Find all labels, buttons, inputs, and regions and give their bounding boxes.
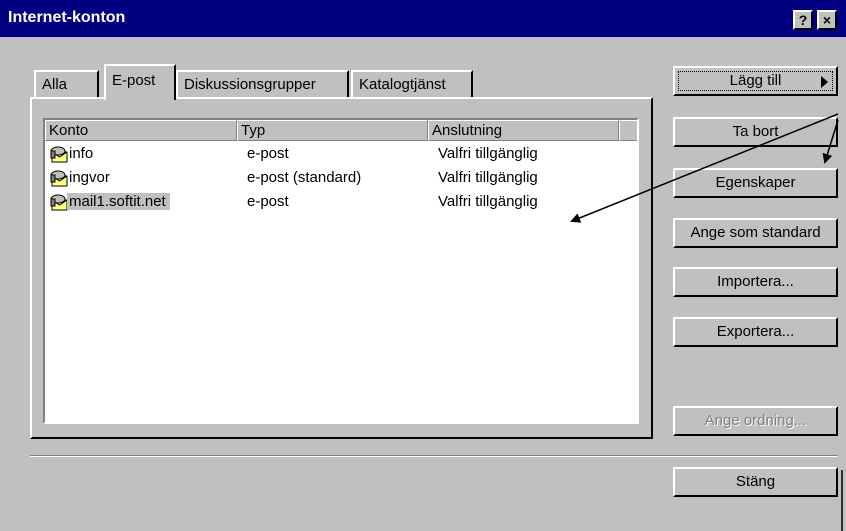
mail-account-icon: [50, 170, 68, 187]
list-item-selected[interactable]: mail1.softit.net e-post Valfri tillgängl…: [45, 191, 637, 215]
list-item[interactable]: ingvor e-post (standard) Valfri tillgäng…: [45, 167, 637, 191]
add-button-label: Lägg till: [729, 72, 782, 89]
separator: [30, 455, 838, 457]
close-window-button[interactable]: ×: [817, 10, 837, 30]
submenu-arrow-icon: [821, 76, 828, 88]
account-name: info: [69, 145, 94, 162]
import-button[interactable]: Importera...: [673, 267, 838, 297]
export-button[interactable]: Exportera...: [673, 317, 838, 347]
tab-e-post[interactable]: E-post: [104, 64, 176, 100]
column-header-empty: [619, 120, 637, 141]
account-name: mail1.softit.net: [67, 193, 170, 210]
column-header-typ[interactable]: Typ: [237, 120, 428, 141]
list-item[interactable]: info e-post Valfri tillgänglig: [45, 143, 637, 167]
tab-diskussionsgrupper[interactable]: Diskussionsgrupper: [176, 70, 349, 98]
remove-button[interactable]: Ta bort: [673, 117, 838, 147]
account-type: e-post: [247, 145, 289, 162]
add-button[interactable]: Lägg till: [673, 66, 838, 96]
account-type: e-post (standard): [247, 169, 362, 186]
help-button[interactable]: ?: [793, 10, 813, 30]
set-order-button: Ange ordning...: [673, 406, 838, 436]
title-bar: Internet-konton ? ×: [0, 0, 846, 37]
accounts-list[interactable]: Konto Typ Anslutning info e-post Valfri …: [43, 118, 639, 424]
tab-panel: Konto Typ Anslutning info e-post Valfri …: [30, 97, 653, 439]
tab-alla[interactable]: Alla: [34, 70, 99, 98]
mail-account-icon: [50, 194, 68, 211]
tab-katalogtjanst[interactable]: Katalogtjänst: [351, 70, 473, 98]
account-connection: Valfri tillgänglig: [438, 169, 538, 186]
account-connection: Valfri tillgänglig: [438, 193, 538, 210]
column-header-konto[interactable]: Konto: [45, 120, 237, 141]
set-default-button[interactable]: Ange som standard: [673, 218, 838, 248]
account-connection: Valfri tillgänglig: [438, 145, 538, 162]
account-type: e-post: [247, 193, 289, 210]
column-header-anslutning[interactable]: Anslutning: [428, 120, 619, 141]
window-title: Internet-konton: [8, 9, 126, 26]
close-button[interactable]: Stäng: [673, 467, 838, 497]
properties-button[interactable]: Egenskaper: [673, 168, 838, 198]
mail-account-icon: [50, 146, 68, 163]
account-name: ingvor: [69, 169, 110, 186]
